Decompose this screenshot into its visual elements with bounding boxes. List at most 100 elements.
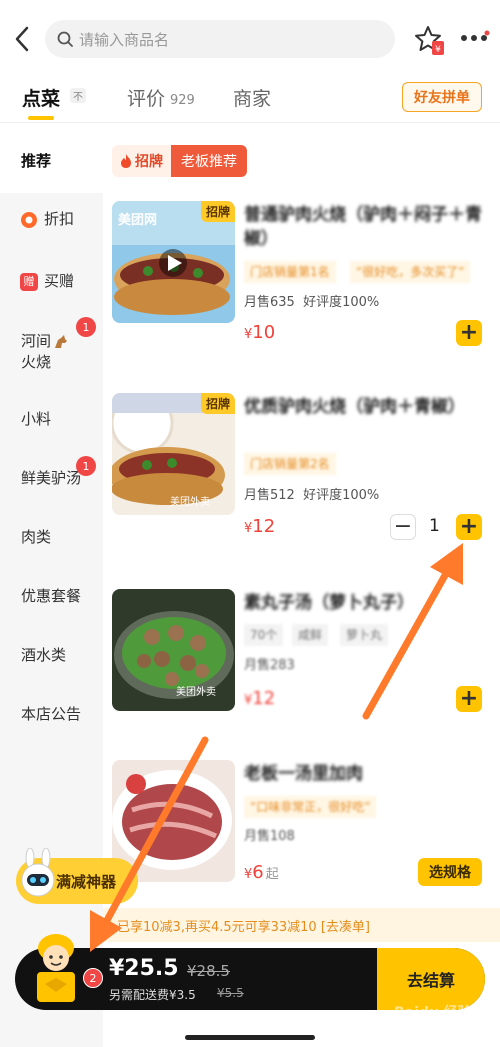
star-coupon-icon: ¥ bbox=[415, 26, 444, 55]
more-icon bbox=[461, 30, 490, 41]
sidebar-item-label: 推荐 bbox=[21, 152, 52, 170]
robot-mascot-icon bbox=[21, 848, 55, 897]
sidebar-item-condiments[interactable]: 小料 bbox=[0, 409, 103, 430]
shipping-fee: 另需配送费¥3.5 bbox=[109, 988, 196, 1002]
sidebar-item-label: 小料 bbox=[21, 410, 52, 428]
add-button[interactable]: + bbox=[456, 320, 482, 346]
sidebar-item-discount[interactable]: 折扣 bbox=[0, 209, 103, 230]
sidebar-item-notice[interactable]: 本店公告 bbox=[0, 704, 103, 725]
dish-price: ¥6 起 bbox=[244, 862, 279, 883]
top-bar: 请输入商品名 ¥ bbox=[0, 0, 500, 80]
sidebar-item-label: 河间 bbox=[21, 332, 52, 350]
dish-tag: 门店销量第1名 bbox=[244, 261, 336, 283]
dish-sales: 月售283 bbox=[244, 658, 295, 673]
dish-tag: 咸鲜 bbox=[292, 624, 329, 646]
cart-courier-icon[interactable] bbox=[27, 928, 85, 1008]
category-sidebar: 推荐 折扣 赠 买赠 河间 火烧 1 小料 鲜美驴汤 1 肉类 优惠套餐 酒水类… bbox=[0, 123, 103, 1047]
sidebar-item-label: 优惠套餐 bbox=[21, 587, 82, 605]
sidebar-item-soup[interactable]: 鲜美驴汤 1 bbox=[0, 456, 103, 489]
tab-order[interactable]: 点菜 bbox=[22, 84, 60, 111]
sidebar-item-drinks[interactable]: 酒水类 bbox=[0, 645, 103, 666]
sidebar-item-label: 本店公告 bbox=[21, 705, 82, 723]
sidebar-badge: 1 bbox=[76, 317, 96, 337]
sidebar-item-combo[interactable]: 优惠套餐 bbox=[0, 586, 103, 607]
signature-badge: 招牌 bbox=[200, 393, 235, 414]
price-value: 6 bbox=[252, 862, 264, 883]
dish-image[interactable]: 美团网 招牌 bbox=[112, 201, 235, 323]
gift-icon: 赠 bbox=[20, 272, 38, 291]
review-count: 929 bbox=[170, 93, 195, 108]
tab-bar: 点菜 不 评价 929 商家 好友拼单 bbox=[0, 76, 500, 122]
dish-name[interactable]: 优质驴肉火烧（驴肉＋青椒） bbox=[244, 395, 484, 419]
dish-name[interactable]: 普通驴肉火烧（驴肉＋闷子＋青椒） bbox=[244, 203, 484, 251]
tab-merchant[interactable]: 商家 bbox=[233, 84, 271, 111]
dish-sales: 月售108 bbox=[244, 829, 295, 844]
dish-sales: 月售635 好评度100% bbox=[244, 291, 379, 310]
dish-tag: “口味非常正，很好吃” bbox=[244, 796, 377, 818]
sidebar-item-recommend[interactable]: 推荐 bbox=[0, 123, 103, 193]
tab-order-sup: 不 bbox=[70, 88, 86, 103]
signature-badge: 招牌 bbox=[200, 201, 235, 222]
select-spec-button[interactable]: 选规格 bbox=[418, 858, 482, 886]
rating: 好评度100% bbox=[303, 488, 380, 503]
active-tab-indicator bbox=[28, 116, 54, 120]
dish-tag: 70个 bbox=[244, 624, 284, 646]
sidebar-item-gift[interactable]: 赠 买赠 bbox=[0, 271, 103, 292]
sidebar-item-label-line2: 火烧 bbox=[21, 353, 52, 371]
more-options-button[interactable] bbox=[458, 30, 490, 46]
promo-bar[interactable]: 已享10减3,再买4.5元可享33减10 [去凑单] bbox=[103, 908, 500, 942]
svg-text:¥: ¥ bbox=[435, 45, 441, 55]
checkout-button[interactable]: 去结算 bbox=[377, 948, 485, 1010]
dish-image[interactable]: 美团外卖 bbox=[112, 589, 235, 711]
flame-icon bbox=[121, 154, 131, 168]
dish-sales: 月售512 好评度100% bbox=[244, 484, 379, 503]
tool-label: 满减神器 bbox=[56, 872, 117, 891]
dish-name[interactable]: 素丸子汤（萝卜丸子） bbox=[244, 591, 484, 615]
decrease-button[interactable]: − bbox=[390, 514, 416, 540]
cart-count-badge: 2 bbox=[83, 968, 103, 988]
price-value: 12 bbox=[252, 688, 276, 709]
search-placeholder: 请输入商品名 bbox=[79, 30, 170, 49]
add-button[interactable]: + bbox=[456, 686, 482, 712]
dish-price: ¥12 bbox=[244, 688, 275, 709]
sales-count: 月售635 bbox=[244, 295, 295, 310]
dish-tag: 萝卜丸 bbox=[340, 624, 389, 646]
promo-left-label: 招牌 bbox=[135, 154, 163, 170]
promo-right: 老板推荐 bbox=[171, 145, 247, 177]
back-button[interactable] bbox=[8, 22, 36, 56]
sidebar-item-label: 鲜美驴汤 bbox=[21, 469, 82, 487]
sidebar-item-label: 酒水类 bbox=[21, 646, 67, 664]
image-watermark: 美团网 bbox=[118, 213, 158, 228]
price-suffix: 起 bbox=[265, 867, 279, 882]
sidebar-item-label: 折扣 bbox=[44, 210, 75, 228]
baidu-watermark: Baidu 经验 bbox=[394, 1005, 472, 1021]
group-order-button[interactable]: 好友拼单 bbox=[402, 82, 482, 112]
dish-photo bbox=[112, 589, 235, 711]
image-watermark: 美团外卖 bbox=[170, 497, 210, 508]
cart-total: ¥25.5 bbox=[109, 956, 179, 981]
search-input[interactable]: 请输入商品名 bbox=[45, 20, 395, 58]
search-icon bbox=[57, 31, 73, 47]
discount-tool-button[interactable]: 满减神器 bbox=[16, 848, 138, 904]
shipping-fee-original: ¥5.5 bbox=[217, 986, 244, 1000]
discount-icon bbox=[21, 211, 37, 228]
quantity: 1 bbox=[429, 516, 440, 536]
dish-price: ¥10 bbox=[244, 322, 275, 343]
dish-image[interactable]: 美团外卖 招牌 bbox=[112, 393, 235, 515]
dish-name[interactable]: 老板一汤里加肉 bbox=[244, 762, 484, 786]
dish-price: ¥12 bbox=[244, 516, 275, 537]
rating: 好评度100% bbox=[303, 295, 380, 310]
sidebar-item-label: 买赠 bbox=[44, 272, 75, 290]
tab-review[interactable]: 评价 bbox=[127, 84, 165, 111]
sales-count: 月售512 bbox=[244, 488, 295, 503]
add-button[interactable]: + bbox=[456, 514, 482, 540]
chevron-left-icon bbox=[15, 26, 29, 52]
favorite-button[interactable]: ¥ bbox=[412, 23, 446, 57]
dish-tag: 门店销量第2名 bbox=[244, 453, 336, 475]
signature-promo-tag: 招牌 老板推荐 bbox=[112, 145, 247, 177]
sidebar-item-huoshao[interactable]: 河间 火烧 1 bbox=[0, 317, 103, 373]
arrow-head bbox=[430, 543, 463, 585]
price-value: 10 bbox=[252, 322, 276, 343]
sidebar-item-meat[interactable]: 肉类 bbox=[0, 527, 103, 548]
price-value: 12 bbox=[252, 516, 276, 537]
